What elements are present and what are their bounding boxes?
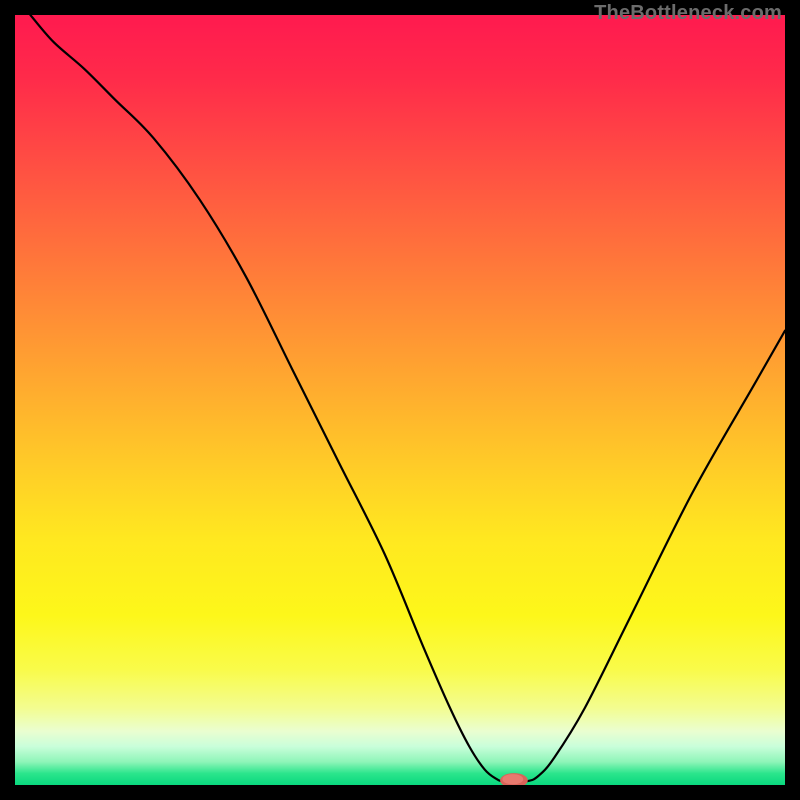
chart-container: TheBottleneck.com — [0, 0, 800, 800]
watermark-text: TheBottleneck.com — [594, 2, 782, 25]
curve-svg — [15, 15, 785, 785]
optimum-marker-highlight — [502, 774, 523, 784]
plot-area — [15, 15, 785, 785]
bottleneck-curve — [30, 15, 785, 782]
